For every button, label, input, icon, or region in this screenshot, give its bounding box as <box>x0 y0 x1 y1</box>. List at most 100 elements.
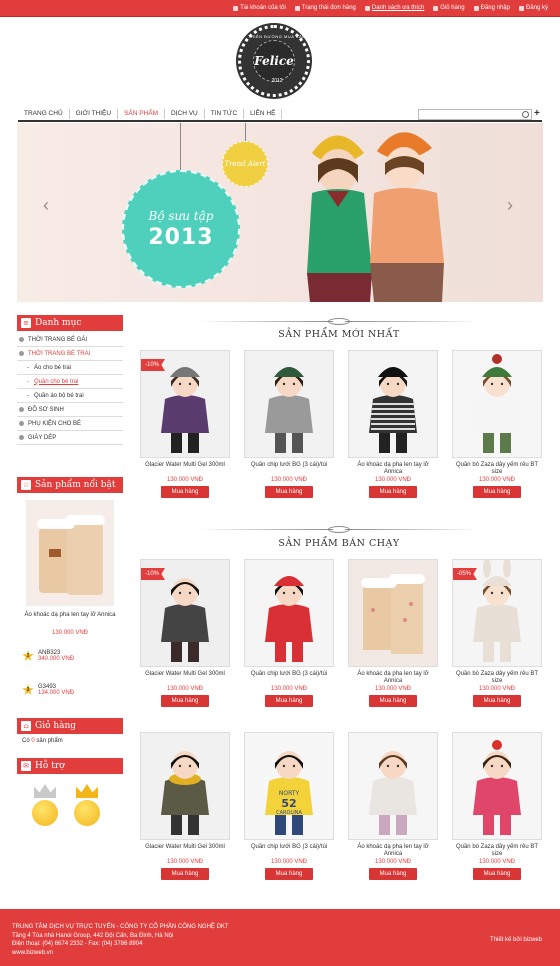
product-name[interactable]: Áo khoác dạ pha len tay lỡ Annica <box>348 844 438 858</box>
product-image[interactable] <box>244 350 334 458</box>
product-name[interactable]: Quần chip lưới BG (3 cái)/túi <box>244 671 334 685</box>
category-item[interactable]: THỜI TRANG BÉ GÁI <box>17 333 123 347</box>
rank-item[interactable]: 2 ANB323 340.000 VNĐ <box>22 650 74 662</box>
cart-summary[interactable]: Có 0 sản phẩm <box>22 738 63 744</box>
rank-star-icon: 2 <box>22 650 34 661</box>
product-image[interactable] <box>140 732 230 840</box>
cart-icon: ⌂ <box>21 721 31 731</box>
category-item[interactable]: - Áo cho bé trai <box>17 361 123 375</box>
product-price: 130.000 VNĐ <box>374 477 412 483</box>
buy-button[interactable]: Mua hàng <box>473 486 521 498</box>
cart-suffix: sản phẩm <box>36 738 63 744</box>
prev-arrow-icon[interactable]: ‹ <box>43 195 49 216</box>
next-arrow-icon[interactable]: › <box>507 195 513 216</box>
boot-right <box>67 519 103 595</box>
collection-badge: Bộ sưu tập 2013 <box>122 170 240 288</box>
topbar-link[interactable]: Đăng nhập <box>473 5 510 11</box>
product-name[interactable]: Glacier Water Multi Gel 300ml <box>140 671 230 685</box>
product-image[interactable]: -10% <box>140 559 230 667</box>
category-item[interactable]: THỜI TRANG BÉ TRAI <box>17 347 123 361</box>
featured-product-name[interactable]: Áo khoác dạ pha len tay lỡ Annica <box>17 612 123 619</box>
nav-item[interactable]: GIỚI THIỆU <box>70 109 119 119</box>
buy-button[interactable]: Mua hàng <box>161 486 209 498</box>
featured-title: Sản phẩm nổi bật <box>35 480 116 490</box>
category-item[interactable]: - Quần áo bộ bé trai <box>17 389 123 403</box>
category-item[interactable]: ĐỒ SƠ SINH <box>17 403 123 417</box>
category-item[interactable]: GIÀY DÉP <box>17 431 123 445</box>
buy-button[interactable]: Mua hàng <box>473 695 521 707</box>
product-card: -10% Glacier Water Multi Gel 300ml 130.000… <box>140 350 230 498</box>
smiley-icon <box>32 800 58 826</box>
nav-item[interactable]: LIÊN HỆ <box>244 109 283 119</box>
bullet-icon <box>19 407 24 412</box>
product-price: 130.000 VNĐ <box>270 477 308 483</box>
product-image[interactable]: -05% <box>452 559 542 667</box>
search-icon[interactable] <box>522 111 529 118</box>
dash-marker: - <box>27 392 29 399</box>
hero-banner[interactable]: ‹ › Bộ sưu tập 2013 Trend Alert <box>17 123 543 302</box>
product-name[interactable]: Glacier Water Multi Gel 300ml <box>140 844 230 858</box>
category-item[interactable]: - Quần cho bé trai <box>17 375 123 389</box>
buy-button[interactable]: Mua hàng <box>369 695 417 707</box>
hanging-string <box>180 123 181 171</box>
product-image[interactable] <box>348 350 438 458</box>
buy-button[interactable]: Mua hàng <box>161 695 209 707</box>
product-name[interactable]: Quần chip lưới BG (3 cái)/túi <box>244 462 334 476</box>
buy-button[interactable]: Mua hàng <box>369 486 417 498</box>
buy-button[interactable]: Mua hàng <box>265 695 313 707</box>
product-image[interactable] <box>244 559 334 667</box>
product-card: NORTY 52 CAROLINA Quần chip lưới BG (3 cái)… <box>244 732 334 880</box>
product-name[interactable]: Quần bó Zaza dây yếm rêu BT size <box>452 844 542 858</box>
product-name[interactable]: Quần chip lưới BG (3 cái)/túi <box>244 844 334 858</box>
nav-item[interactable]: TIN TỨC <box>205 109 245 119</box>
search-input[interactable] <box>418 109 532 120</box>
buy-button[interactable]: Mua hàng <box>265 868 313 880</box>
topbar-link[interactable]: Đăng ký <box>518 5 548 11</box>
product-name[interactable]: Quần bó Zaza dây yếm rêu BT size <box>452 462 542 476</box>
product-image[interactable]: NORTY 52 CAROLINA <box>244 732 334 840</box>
logo-year: 2012 <box>271 78 283 84</box>
category-title: Danh mục <box>35 318 82 328</box>
product-name[interactable]: Quần bó Zaza dây yếm rêu BT size <box>452 671 542 685</box>
topbar-link[interactable]: Tài khoản của tôi <box>233 5 286 11</box>
nav-item[interactable]: DỊCH VỤ <box>165 109 205 119</box>
cart-count: 0 <box>31 738 35 744</box>
rank-item[interactable]: 3 G3493 134.000 VNĐ <box>22 684 74 696</box>
rank-price: 134.000 VNĐ <box>38 690 75 696</box>
footer-website[interactable]: www.bizweb.vn <box>12 949 548 958</box>
section-ornament <box>138 318 540 325</box>
featured-product-image[interactable] <box>26 500 114 606</box>
product-price: 130.000 VNĐ <box>270 859 308 865</box>
buy-button[interactable]: Mua hàng <box>265 486 313 498</box>
collection-label: Bộ sưu tập <box>148 208 214 223</box>
topbar-link[interactable]: Danh sách ưa thích <box>364 5 424 11</box>
topbar-link[interactable]: Trạng thái đơn hàng <box>294 5 356 11</box>
plus-icon[interactable]: + <box>534 108 540 119</box>
link-icon <box>233 5 239 11</box>
product-image[interactable] <box>452 732 542 840</box>
topbar-link[interactable]: Giỏ hàng <box>433 5 465 11</box>
nav-item[interactable]: SẢN PHẨM <box>118 109 166 119</box>
buy-button[interactable]: Mua hàng <box>473 868 521 880</box>
support-agent-1[interactable] <box>30 784 60 826</box>
product-image[interactable] <box>452 350 542 458</box>
support-title: Hỗ trợ <box>35 761 65 771</box>
category-item[interactable]: PHỤ KIỆN CHO BÉ <box>17 417 123 431</box>
product-name[interactable]: Glacier Water Multi Gel 300ml <box>140 462 230 476</box>
product-name[interactable]: Áo khoác dạ pha len tay lỡ Annica <box>348 462 438 476</box>
buy-button[interactable]: Mua hàng <box>161 868 209 880</box>
product-price: 130.000 VNĐ <box>478 686 516 692</box>
product-image[interactable] <box>348 559 438 667</box>
product-image[interactable]: -10% <box>140 350 230 458</box>
product-name[interactable]: Áo khoác dạ pha len tay lỡ Annica <box>348 671 438 685</box>
logo[interactable]: THIÊN ĐƯỜNG MUA SẮM Felice 2012 <box>232 25 316 105</box>
buy-button[interactable]: Mua hàng <box>369 868 417 880</box>
product-card: Quần bó Zaza dây yếm rêu BT size 130.000 … <box>452 732 542 880</box>
product-image[interactable] <box>348 732 438 840</box>
footer-credit[interactable]: Thiết kế bởi bizweb <box>490 937 542 943</box>
product-card: Quần chip lưới BG (3 cái)/túi 130.000 VNĐ… <box>244 559 334 707</box>
nav-item[interactable]: TRANG CHỦ <box>18 109 70 119</box>
support-header: ✉ Hỗ trợ <box>17 758 123 774</box>
link-icon <box>433 5 439 11</box>
support-agent-2[interactable] <box>72 784 102 826</box>
